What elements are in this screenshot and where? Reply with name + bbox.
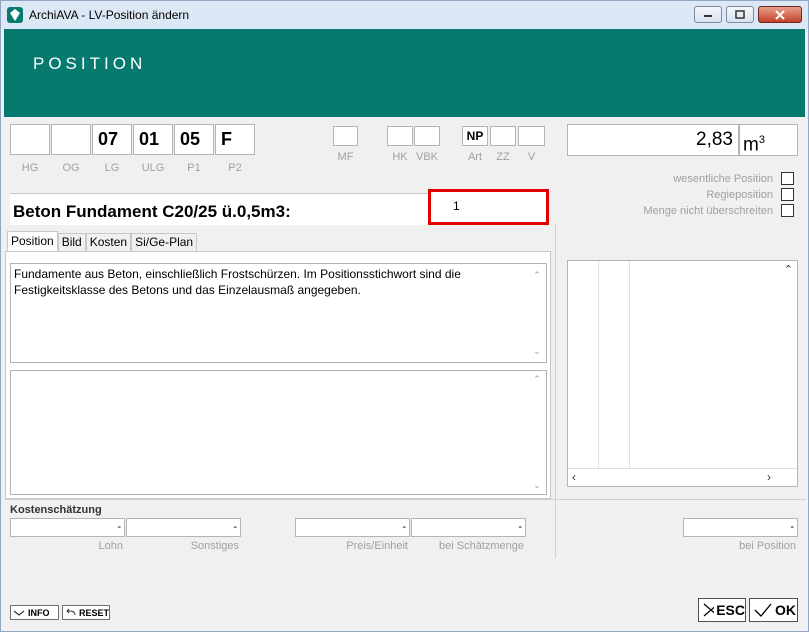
scroll-up-icon[interactable]: ⌃ <box>529 267 545 283</box>
hg-field[interactable] <box>10 124 50 155</box>
tab-bild[interactable]: Bild <box>57 233 86 251</box>
mf-label: MF <box>337 151 354 163</box>
v-field[interactable] <box>518 126 545 146</box>
app-icon <box>7 7 23 23</box>
cancel-icon <box>703 603 715 617</box>
checkbox-box[interactable] <box>781 172 794 185</box>
schaetzmenge-field[interactable]: - <box>411 518 526 537</box>
minimize-button[interactable] <box>694 6 722 23</box>
esc-button[interactable]: ESC <box>698 598 746 622</box>
undo-icon <box>66 608 76 616</box>
scroll-down-icon[interactable]: ⌄ <box>529 480 545 491</box>
p1-field[interactable]: 05 <box>174 124 214 155</box>
close-button[interactable] <box>758 6 802 23</box>
sonstiges-label: Sonstiges <box>190 540 239 552</box>
column-divider <box>629 261 630 468</box>
highlighted-number-field[interactable]: 1 <box>428 189 549 225</box>
check-icon <box>754 603 772 617</box>
title-bar: ArchiAVA - LV-Position ändern <box>1 1 808 29</box>
horizontal-scrollbar[interactable]: ‹ › <box>568 468 797 486</box>
description-text: Fundamente aus Beton, einschließlich Fro… <box>14 267 461 297</box>
lg-label: LG <box>104 162 120 174</box>
chevron-down-icon <box>13 610 25 616</box>
description-textarea[interactable]: Fundamente aus Beton, einschließlich Fro… <box>10 263 547 363</box>
lohn-field[interactable]: - <box>10 518 125 537</box>
bei-position-field[interactable]: - <box>683 518 798 537</box>
checkbox-label: Menge nicht überschreiten <box>643 204 773 217</box>
scroll-up-icon[interactable]: ⌃ <box>529 374 545 385</box>
vbk-field[interactable] <box>414 126 440 146</box>
maximize-icon <box>735 10 745 19</box>
esc-label: ESC <box>716 602 745 618</box>
longtext-scrollbar[interactable]: ⌃ ⌄ <box>529 372 545 493</box>
header-title: POSITION <box>33 54 147 73</box>
checkbox-wesentliche-position[interactable]: wesentliche Position <box>673 172 794 185</box>
lg-field[interactable]: 07 <box>92 124 132 155</box>
hk-field[interactable] <box>387 126 413 146</box>
unit-base: m <box>743 134 759 156</box>
unit-exponent: 3 <box>758 134 765 146</box>
p2-field[interactable]: F <box>215 124 255 155</box>
longtext-textarea[interactable]: ⌃ ⌄ <box>10 370 547 495</box>
kosten-title: Kostenschätzung <box>10 504 102 516</box>
scroll-right-icon[interactable]: › <box>767 470 771 484</box>
reset-label: RESET <box>78 607 109 618</box>
v-label: V <box>527 151 536 163</box>
tab-si-ge-plan[interactable]: Si/Ge-Plan <box>131 233 198 251</box>
maximize-button[interactable] <box>726 6 754 23</box>
lohn-label: Lohn <box>98 540 123 552</box>
column-divider <box>598 261 599 468</box>
tab-position[interactable]: Position <box>7 231 58 251</box>
minimize-icon <box>704 14 712 17</box>
ok-button[interactable]: OK <box>749 598 798 622</box>
ulg-field[interactable]: 01 <box>133 124 173 155</box>
checkbox-box[interactable] <box>781 188 794 201</box>
p1-label: P1 <box>187 162 201 174</box>
description-scrollbar[interactable]: ⌃ ⌄ <box>529 265 545 361</box>
schaetzmenge-label: bei Schätzmenge <box>439 540 524 552</box>
scroll-down-icon[interactable]: ⌄ <box>529 343 545 359</box>
bei-position-label: bei Position <box>739 540 796 552</box>
horizontal-divider <box>5 499 806 500</box>
vbk-label: VBK <box>415 151 438 163</box>
checkbox-menge-nicht-ueberschreiten[interactable]: Menge nicht überschreiten <box>643 204 794 217</box>
ok-label: OK <box>775 602 796 618</box>
checkbox-box[interactable] <box>781 204 794 217</box>
hk-label: HK <box>392 151 408 163</box>
unit-field[interactable]: m3 <box>739 124 798 156</box>
checkbox-label: Regieposition <box>706 188 773 201</box>
window-title: ArchiAVA - LV-Position ändern <box>29 8 190 22</box>
reset-button[interactable]: RESET <box>62 605 110 620</box>
info-label: INFO <box>28 607 50 618</box>
image-list-pane[interactable]: ⌃ ‹ › <box>567 260 798 487</box>
vertical-divider <box>555 223 556 558</box>
info-button[interactable]: INFO <box>10 605 59 620</box>
hg-label: HG <box>21 162 39 174</box>
checkbox-label: wesentliche Position <box>673 172 773 185</box>
ulg-label: ULG <box>141 162 165 174</box>
quantity-field[interactable]: 2,83 <box>567 124 739 156</box>
og-field[interactable] <box>51 124 91 155</box>
preis-einheit-field[interactable]: - <box>295 518 410 537</box>
header-banner: POSITION <box>4 29 805 117</box>
scroll-left-icon[interactable]: ‹ <box>572 470 576 484</box>
p2-label: P2 <box>228 162 242 174</box>
zz-label: ZZ <box>496 151 510 163</box>
tab-bar: Position Bild Kosten Si/Ge-Plan <box>7 231 198 253</box>
og-label: OG <box>62 162 80 174</box>
art-label: Art <box>467 151 483 163</box>
art-field[interactable]: NP <box>462 126 488 146</box>
scroll-up-icon[interactable]: ⌃ <box>784 263 793 276</box>
dialog-window: ArchiAVA - LV-Position ändern POSITION 0… <box>0 0 809 632</box>
mf-field[interactable] <box>333 126 358 146</box>
close-icon <box>775 9 785 20</box>
checkbox-regieposition[interactable]: Regieposition <box>706 188 794 201</box>
preis-einheit-label: Preis/Einheit <box>346 540 408 552</box>
zz-field[interactable] <box>490 126 516 146</box>
sonstiges-field[interactable]: - <box>126 518 241 537</box>
tab-kosten[interactable]: Kosten <box>85 233 132 251</box>
